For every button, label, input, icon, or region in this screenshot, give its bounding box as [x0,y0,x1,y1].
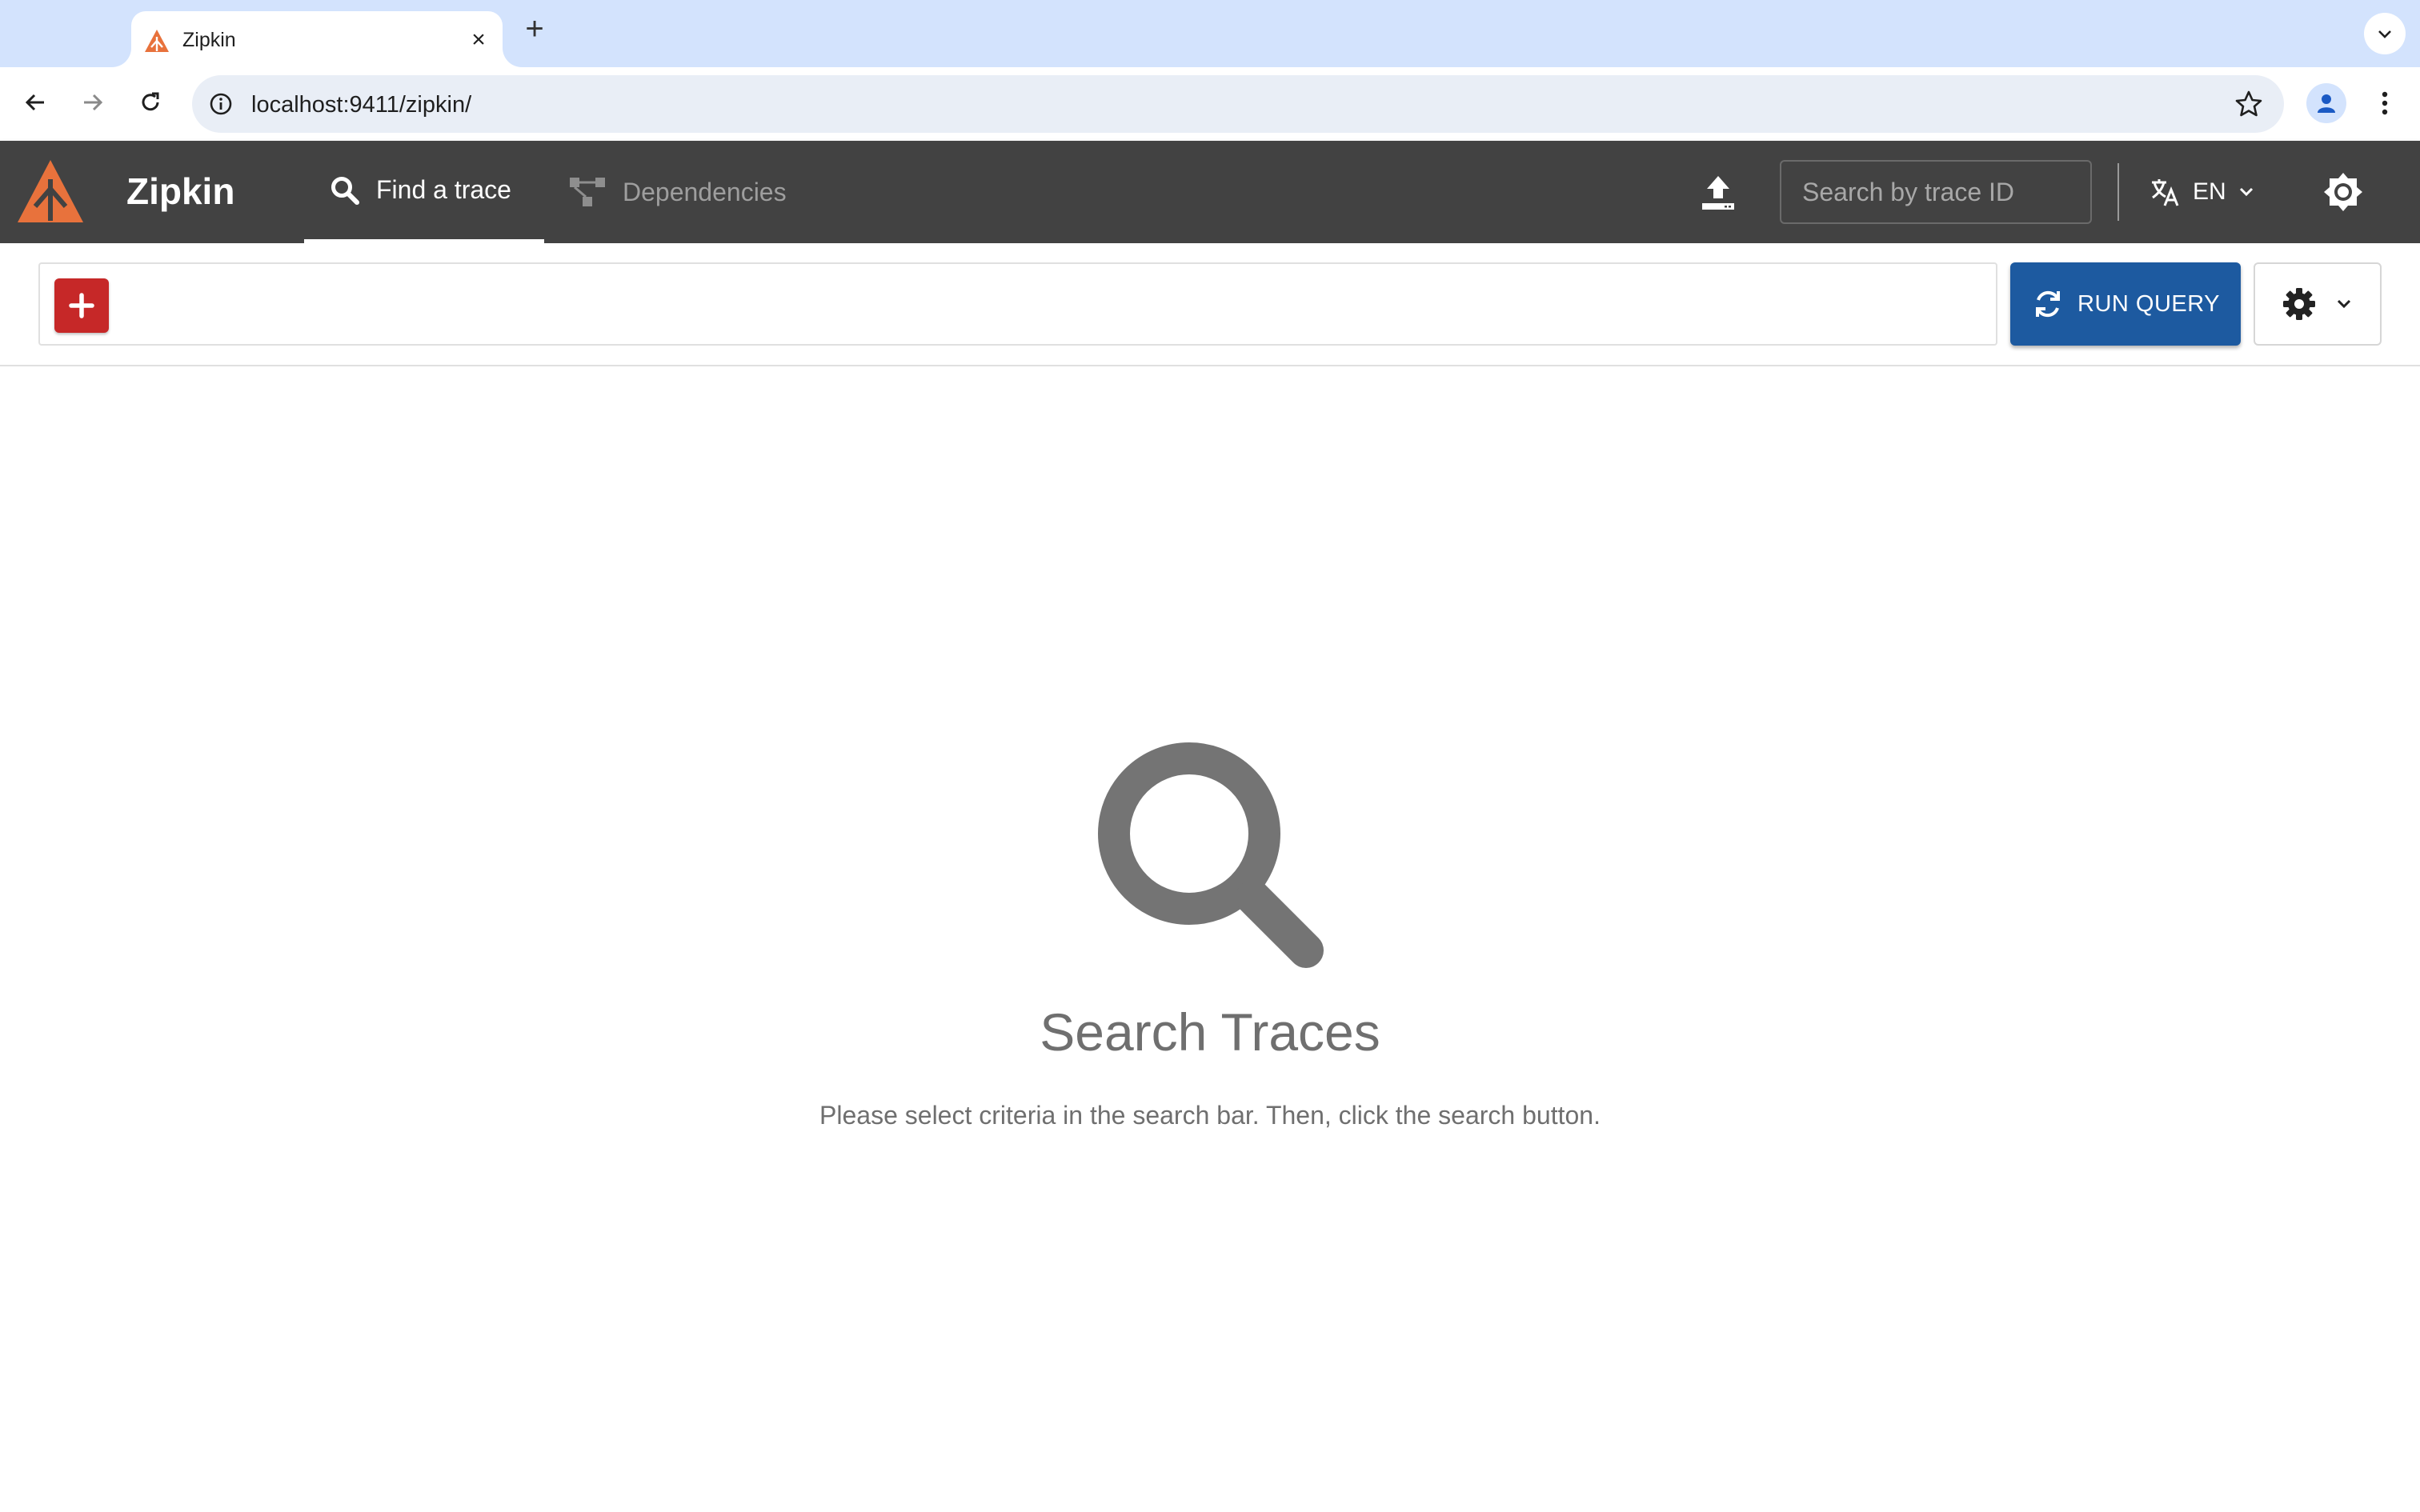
translate-icon [2152,179,2179,206]
query-settings-button[interactable] [2254,262,2382,346]
arrow-right-icon [84,94,103,111]
run-query-label: RUN QUERY [2077,290,2220,317]
forward-button[interactable] [72,82,114,123]
zipkin-favicon-icon [145,30,169,52]
avatar-icon [2318,94,2335,113]
criteria-input-area[interactable] [38,262,1997,346]
search-bar: RUN QUERY [0,243,2420,366]
browser-tabstrip: Zipkin × + [0,0,2420,67]
reload-button[interactable] [130,82,171,123]
browser-tab-zipkin[interactable]: Zipkin × [131,11,503,67]
info-icon[interactable] [206,90,235,118]
tab-search-button[interactable] [2364,13,2406,54]
trace-id-search-input[interactable] [1780,160,2092,224]
chevron-down-icon [2378,30,2391,38]
address-bar[interactable]: localhost:9411/zipkin/ [192,75,2284,133]
back-button[interactable] [14,82,56,123]
refresh-icon [2036,290,2060,318]
search-icon [1098,742,1324,968]
url-text[interactable]: localhost:9411/zipkin/ [251,92,471,118]
chevron-down-icon [2337,299,2351,309]
search-icon [331,176,359,205]
app-header: Zipkin Find a trace Dependencies EN [0,141,2420,243]
dependencies-icon [570,178,605,206]
upload-icon[interactable] [1698,173,1738,213]
tab-dependencies-label: Dependencies [623,177,787,206]
browser-toolbar: localhost:9411/zipkin/ [0,67,2420,141]
run-query-button[interactable]: RUN QUERY [2010,262,2241,346]
arrow-left-icon [25,94,44,111]
empty-state-title: Search Traces [1040,1002,1380,1062]
tab-find-a-trace[interactable]: Find a trace [304,141,544,243]
language-selector[interactable]: EN [2150,168,2278,216]
tab-title: Zipkin [182,29,236,51]
app-title[interactable]: Zipkin [126,170,234,213]
header-divider [2118,163,2119,221]
tab-find-a-trace-label: Find a trace [376,175,511,204]
tab-close-icon[interactable]: × [464,26,493,54]
more-vert-icon [2382,91,2388,115]
star-icon[interactable] [2233,88,2265,120]
chevron-down-icon [2239,187,2253,197]
theme-toggle-icon[interactable] [2321,170,2366,214]
zipkin-logo-icon[interactable] [16,158,85,226]
gear-icon [2283,288,2315,320]
empty-state-description: Please select criteria in the search bar… [819,1101,1601,1130]
language-label: EN [2193,178,2226,205]
plus-icon [69,293,94,318]
profile-button[interactable] [2306,83,2346,123]
tab-dependencies[interactable]: Dependencies [565,141,805,243]
add-criteria-button[interactable] [54,278,109,333]
browser-menu-button[interactable] [2369,83,2401,123]
new-tab-button[interactable]: + [519,13,551,45]
reload-icon [142,92,159,111]
